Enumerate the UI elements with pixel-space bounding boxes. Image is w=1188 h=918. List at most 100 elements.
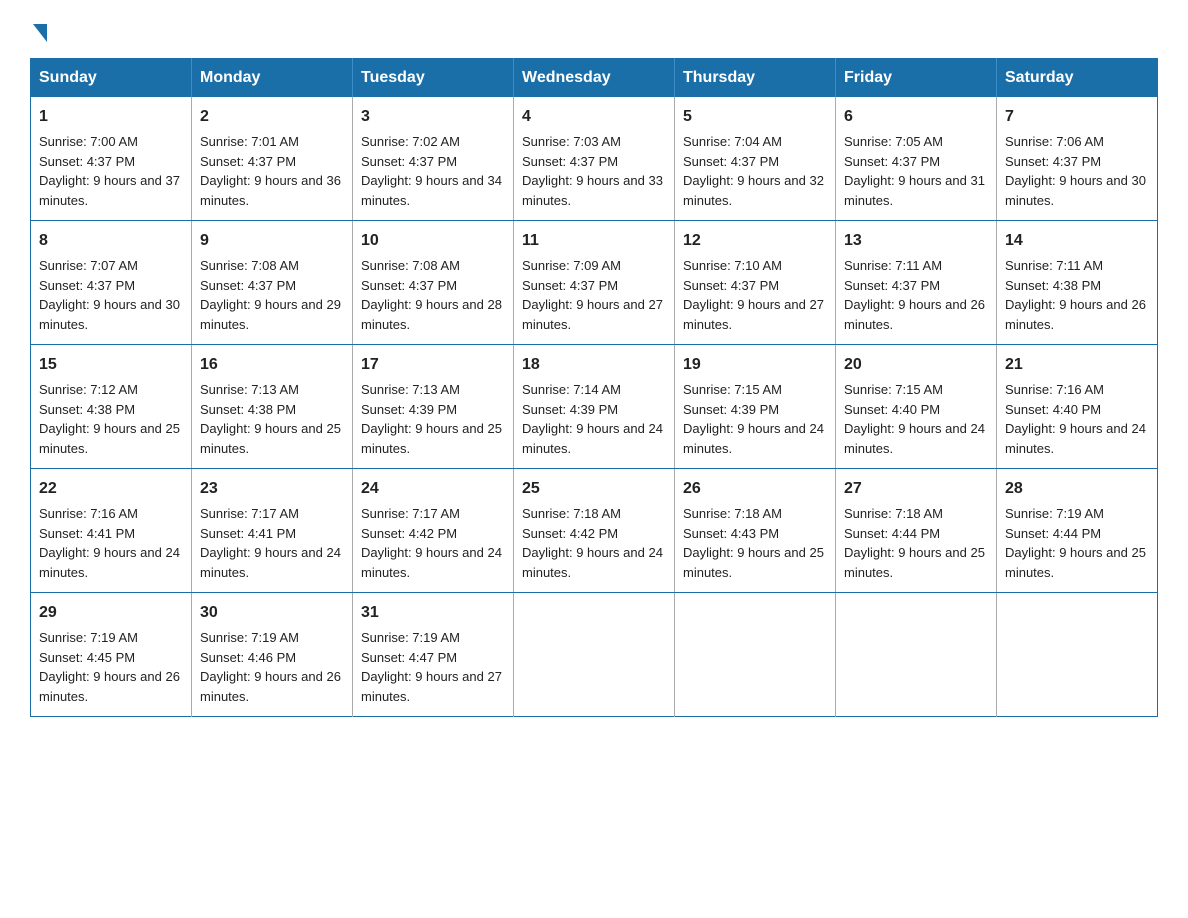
calendar-week-row: 15 Sunrise: 7:12 AM Sunset: 4:38 PM Dayl… <box>31 345 1158 469</box>
daylight-label: Daylight: 9 hours and 24 minutes. <box>522 421 663 456</box>
sunset-label: Sunset: 4:37 PM <box>200 154 296 169</box>
calendar-cell <box>675 593 836 717</box>
sunrise-label: Sunrise: 7:13 AM <box>361 382 460 397</box>
sunrise-label: Sunrise: 7:01 AM <box>200 134 299 149</box>
calendar-cell: 9 Sunrise: 7:08 AM Sunset: 4:37 PM Dayli… <box>192 221 353 345</box>
sunset-label: Sunset: 4:46 PM <box>200 650 296 665</box>
sunrise-label: Sunrise: 7:09 AM <box>522 258 621 273</box>
daylight-label: Daylight: 9 hours and 24 minutes. <box>1005 421 1146 456</box>
sunrise-label: Sunrise: 7:12 AM <box>39 382 138 397</box>
sunset-label: Sunset: 4:38 PM <box>1005 278 1101 293</box>
day-number: 25 <box>522 477 666 501</box>
sunrise-label: Sunrise: 7:02 AM <box>361 134 460 149</box>
sunrise-label: Sunrise: 7:10 AM <box>683 258 782 273</box>
sunset-label: Sunset: 4:37 PM <box>683 278 779 293</box>
day-number: 2 <box>200 105 344 129</box>
day-number: 30 <box>200 601 344 625</box>
daylight-label: Daylight: 9 hours and 25 minutes. <box>683 545 824 580</box>
calendar-cell: 15 Sunrise: 7:12 AM Sunset: 4:38 PM Dayl… <box>31 345 192 469</box>
daylight-label: Daylight: 9 hours and 26 minutes. <box>844 297 985 332</box>
sunrise-label: Sunrise: 7:06 AM <box>1005 134 1104 149</box>
calendar-cell: 13 Sunrise: 7:11 AM Sunset: 4:37 PM Dayl… <box>836 221 997 345</box>
sunset-label: Sunset: 4:42 PM <box>361 526 457 541</box>
daylight-label: Daylight: 9 hours and 34 minutes. <box>361 173 502 208</box>
day-number: 27 <box>844 477 988 501</box>
calendar-cell: 23 Sunrise: 7:17 AM Sunset: 4:41 PM Dayl… <box>192 469 353 593</box>
daylight-label: Daylight: 9 hours and 25 minutes. <box>361 421 502 456</box>
sunset-label: Sunset: 4:44 PM <box>844 526 940 541</box>
calendar-cell: 26 Sunrise: 7:18 AM Sunset: 4:43 PM Dayl… <box>675 469 836 593</box>
sunset-label: Sunset: 4:43 PM <box>683 526 779 541</box>
sunrise-label: Sunrise: 7:18 AM <box>522 506 621 521</box>
weekday-header-monday: Monday <box>192 59 353 98</box>
day-number: 26 <box>683 477 827 501</box>
weekday-header-tuesday: Tuesday <box>353 59 514 98</box>
daylight-label: Daylight: 9 hours and 26 minutes. <box>39 669 180 704</box>
sunset-label: Sunset: 4:37 PM <box>522 154 618 169</box>
weekday-header-wednesday: Wednesday <box>514 59 675 98</box>
daylight-label: Daylight: 9 hours and 24 minutes. <box>200 545 341 580</box>
day-number: 6 <box>844 105 988 129</box>
sunset-label: Sunset: 4:37 PM <box>522 278 618 293</box>
weekday-header-thursday: Thursday <box>675 59 836 98</box>
calendar-cell: 27 Sunrise: 7:18 AM Sunset: 4:44 PM Dayl… <box>836 469 997 593</box>
sunset-label: Sunset: 4:37 PM <box>39 154 135 169</box>
daylight-label: Daylight: 9 hours and 28 minutes. <box>361 297 502 332</box>
sunrise-label: Sunrise: 7:19 AM <box>1005 506 1104 521</box>
calendar-cell: 10 Sunrise: 7:08 AM Sunset: 4:37 PM Dayl… <box>353 221 514 345</box>
calendar-cell: 16 Sunrise: 7:13 AM Sunset: 4:38 PM Dayl… <box>192 345 353 469</box>
day-number: 31 <box>361 601 505 625</box>
calendar-cell: 20 Sunrise: 7:15 AM Sunset: 4:40 PM Dayl… <box>836 345 997 469</box>
sunrise-label: Sunrise: 7:08 AM <box>361 258 460 273</box>
calendar-cell: 30 Sunrise: 7:19 AM Sunset: 4:46 PM Dayl… <box>192 593 353 717</box>
calendar-cell <box>836 593 997 717</box>
sunrise-label: Sunrise: 7:15 AM <box>844 382 943 397</box>
page-header <box>30 20 1158 40</box>
calendar-cell: 7 Sunrise: 7:06 AM Sunset: 4:37 PM Dayli… <box>997 97 1158 221</box>
calendar-cell: 5 Sunrise: 7:04 AM Sunset: 4:37 PM Dayli… <box>675 97 836 221</box>
day-number: 12 <box>683 229 827 253</box>
daylight-label: Daylight: 9 hours and 30 minutes. <box>1005 173 1146 208</box>
calendar-cell: 31 Sunrise: 7:19 AM Sunset: 4:47 PM Dayl… <box>353 593 514 717</box>
sunset-label: Sunset: 4:40 PM <box>844 402 940 417</box>
daylight-label: Daylight: 9 hours and 25 minutes. <box>1005 545 1146 580</box>
sunrise-label: Sunrise: 7:11 AM <box>844 258 942 273</box>
day-number: 9 <box>200 229 344 253</box>
day-number: 18 <box>522 353 666 377</box>
sunset-label: Sunset: 4:39 PM <box>522 402 618 417</box>
day-number: 5 <box>683 105 827 129</box>
calendar-cell: 6 Sunrise: 7:05 AM Sunset: 4:37 PM Dayli… <box>836 97 997 221</box>
calendar-cell <box>997 593 1158 717</box>
day-number: 1 <box>39 105 183 129</box>
daylight-label: Daylight: 9 hours and 29 minutes. <box>200 297 341 332</box>
sunset-label: Sunset: 4:37 PM <box>1005 154 1101 169</box>
calendar-cell: 4 Sunrise: 7:03 AM Sunset: 4:37 PM Dayli… <box>514 97 675 221</box>
sunrise-label: Sunrise: 7:16 AM <box>39 506 138 521</box>
calendar-cell: 3 Sunrise: 7:02 AM Sunset: 4:37 PM Dayli… <box>353 97 514 221</box>
daylight-label: Daylight: 9 hours and 36 minutes. <box>200 173 341 208</box>
daylight-label: Daylight: 9 hours and 37 minutes. <box>39 173 180 208</box>
day-number: 4 <box>522 105 666 129</box>
day-number: 19 <box>683 353 827 377</box>
calendar-cell: 11 Sunrise: 7:09 AM Sunset: 4:37 PM Dayl… <box>514 221 675 345</box>
day-number: 28 <box>1005 477 1149 501</box>
daylight-label: Daylight: 9 hours and 25 minutes. <box>200 421 341 456</box>
sunset-label: Sunset: 4:37 PM <box>200 278 296 293</box>
sunrise-label: Sunrise: 7:17 AM <box>361 506 460 521</box>
day-number: 14 <box>1005 229 1149 253</box>
weekday-header-friday: Friday <box>836 59 997 98</box>
day-number: 17 <box>361 353 505 377</box>
day-number: 13 <box>844 229 988 253</box>
sunrise-label: Sunrise: 7:07 AM <box>39 258 138 273</box>
sunrise-label: Sunrise: 7:14 AM <box>522 382 621 397</box>
sunset-label: Sunset: 4:38 PM <box>200 402 296 417</box>
calendar-cell: 18 Sunrise: 7:14 AM Sunset: 4:39 PM Dayl… <box>514 345 675 469</box>
calendar-cell: 8 Sunrise: 7:07 AM Sunset: 4:37 PM Dayli… <box>31 221 192 345</box>
daylight-label: Daylight: 9 hours and 26 minutes. <box>200 669 341 704</box>
daylight-label: Daylight: 9 hours and 24 minutes. <box>844 421 985 456</box>
sunrise-label: Sunrise: 7:08 AM <box>200 258 299 273</box>
sunrise-label: Sunrise: 7:13 AM <box>200 382 299 397</box>
daylight-label: Daylight: 9 hours and 26 minutes. <box>1005 297 1146 332</box>
sunset-label: Sunset: 4:47 PM <box>361 650 457 665</box>
day-number: 23 <box>200 477 344 501</box>
